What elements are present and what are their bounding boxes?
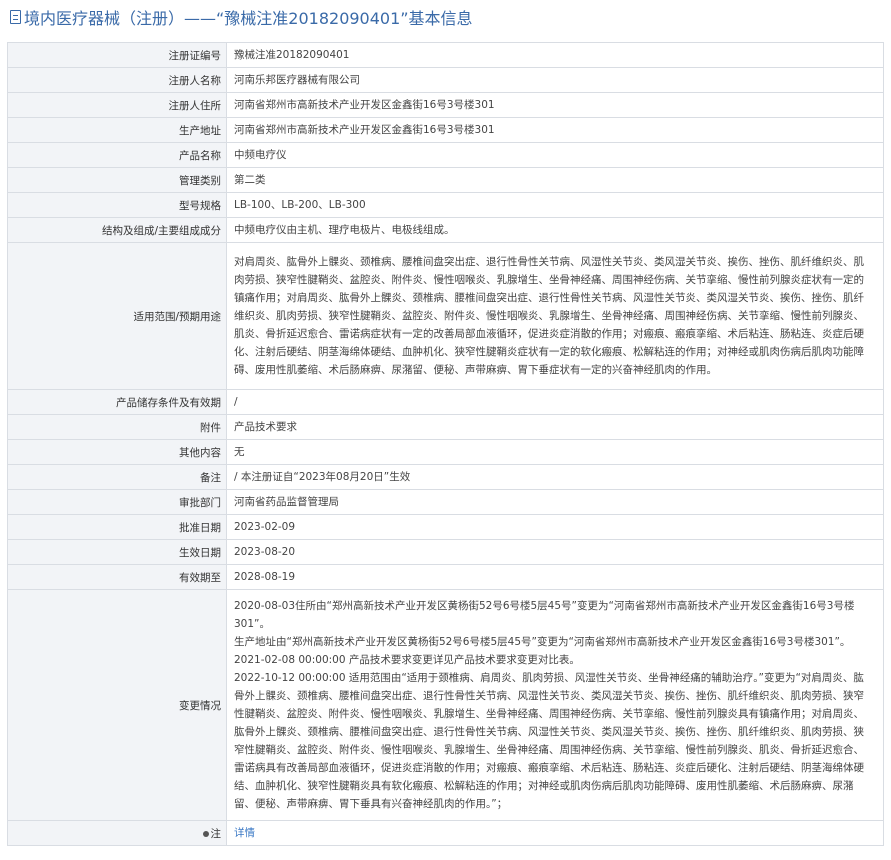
table-row: 注 详情: [7, 820, 884, 846]
label-registrant: 注册人名称: [7, 67, 227, 93]
info-table: 注册证编号 豫械注准20182090401 注册人名称 河南乐邦医疗器械有限公司…: [7, 42, 884, 846]
value-storage: /: [226, 389, 884, 415]
table-row: 有效期至 2028-08-19: [7, 564, 884, 590]
value-changes: 2020-08-03住所由“郑州高新技术产业开发区黄杨街52号6号楼5层45号”…: [226, 589, 884, 821]
value-product-name: 中频电疗仪: [226, 142, 884, 168]
table-row: 注册证编号 豫械注准20182090401: [7, 42, 884, 68]
table-row: 产品名称 中频电疗仪: [7, 142, 884, 168]
label-note-text: 注: [210, 827, 222, 840]
pin-icon: [202, 830, 209, 837]
value-registrant: 河南乐邦医疗器械有限公司: [226, 67, 884, 93]
table-row: 适用范围/预期用途 对肩周炎、肱骨外上髁炎、颈椎病、腰椎间盘突出症、退行性骨性关…: [7, 242, 884, 390]
table-row: 注册人住所 河南省郑州市高新技术产业开发区金鑫街16号3号楼301: [7, 92, 884, 118]
label-registrant-addr: 注册人住所: [7, 92, 227, 118]
label-attachment: 附件: [7, 414, 227, 440]
table-row: 附件 产品技术要求: [7, 414, 884, 440]
value-attachment: 产品技术要求: [226, 414, 884, 440]
value-other: 无: [226, 439, 884, 465]
table-row: 产品储存条件及有效期 /: [7, 389, 884, 415]
table-row: 生产地址 河南省郑州市高新技术产业开发区金鑫街16号3号楼301: [7, 117, 884, 143]
label-model: 型号规格: [7, 192, 227, 218]
label-category: 管理类别: [7, 167, 227, 193]
table-row: 注册人名称 河南乐邦医疗器械有限公司: [7, 67, 884, 93]
value-model: LB-100、LB-200、LB-300: [226, 192, 884, 218]
label-product-name: 产品名称: [7, 142, 227, 168]
label-storage: 产品储存条件及有效期: [7, 389, 227, 415]
label-other: 其他内容: [7, 439, 227, 465]
label-remark: 备注: [7, 464, 227, 490]
change-line: 生产地址由“郑州高新技术产业开发区黄杨街52号6号楼5层45号”变更为“河南省郑…: [234, 636, 851, 648]
label-scope: 适用范围/预期用途: [7, 242, 227, 390]
table-row: 批准日期 2023-02-09: [7, 514, 884, 540]
label-changes: 变更情况: [7, 589, 227, 821]
value-category: 第二类: [226, 167, 884, 193]
value-registrant-addr: 河南省郑州市高新技术产业开发区金鑫街16号3号楼301: [226, 92, 884, 118]
label-effective-date: 生效日期: [7, 539, 227, 565]
label-note: 注: [7, 820, 227, 846]
value-structure: 中频电疗仪由主机、理疗电极片、电极线组成。: [226, 217, 884, 243]
table-row: 其他内容 无: [7, 439, 884, 465]
table-row: 型号规格 LB-100、LB-200、LB-300: [7, 192, 884, 218]
document-icon: [10, 10, 21, 24]
label-authority: 审批部门: [7, 489, 227, 515]
table-row: 管理类别 第二类: [7, 167, 884, 193]
value-reg-no: 豫械注准20182090401: [226, 42, 884, 68]
table-row: 结构及组成/主要组成成分 中频电疗仪由主机、理疗电极片、电极线组成。: [7, 217, 884, 243]
value-expiry: 2028-08-19: [226, 564, 884, 590]
label-reg-no: 注册证编号: [7, 42, 227, 68]
table-row: 变更情况 2020-08-03住所由“郑州高新技术产业开发区黄杨街52号6号楼5…: [7, 589, 884, 821]
page-title: 境内医疗器械（注册）——“豫械注准20182090401”基本信息: [0, 0, 891, 34]
label-structure: 结构及组成/主要组成成分: [7, 217, 227, 243]
value-note: 详情: [226, 820, 884, 846]
value-effective-date: 2023-08-20: [226, 539, 884, 565]
table-row: 审批部门 河南省药品监督管理局: [7, 489, 884, 515]
change-line: 2021-02-08 00:00:00 产品技术要求变更详见产品技术要求变更对比…: [234, 654, 580, 666]
table-row: 备注 / 本注册证自“2023年08月20日”生效: [7, 464, 884, 490]
value-scope: 对肩周炎、肱骨外上髁炎、颈椎病、腰椎间盘突出症、退行性骨性关节病、风湿性关节炎、…: [226, 242, 884, 390]
value-remark: / 本注册证自“2023年08月20日”生效: [226, 464, 884, 490]
change-line: 2020-08-03住所由“郑州高新技术产业开发区黄杨街52号6号楼5层45号”…: [234, 600, 855, 630]
details-link[interactable]: 详情: [234, 827, 255, 839]
value-production-addr: 河南省郑州市高新技术产业开发区金鑫街16号3号楼301: [226, 117, 884, 143]
value-authority: 河南省药品监督管理局: [226, 489, 884, 515]
value-approval-date: 2023-02-09: [226, 514, 884, 540]
label-production-addr: 生产地址: [7, 117, 227, 143]
label-approval-date: 批准日期: [7, 514, 227, 540]
change-line: 2022-10-12 00:00:00 适用范围由“适用于颈椎病、肩周炎、肌肉劳…: [234, 672, 864, 810]
label-expiry: 有效期至: [7, 564, 227, 590]
page-title-text: 境内医疗器械（注册）——“豫械注准20182090401”基本信息: [24, 9, 473, 28]
table-row: 生效日期 2023-08-20: [7, 539, 884, 565]
